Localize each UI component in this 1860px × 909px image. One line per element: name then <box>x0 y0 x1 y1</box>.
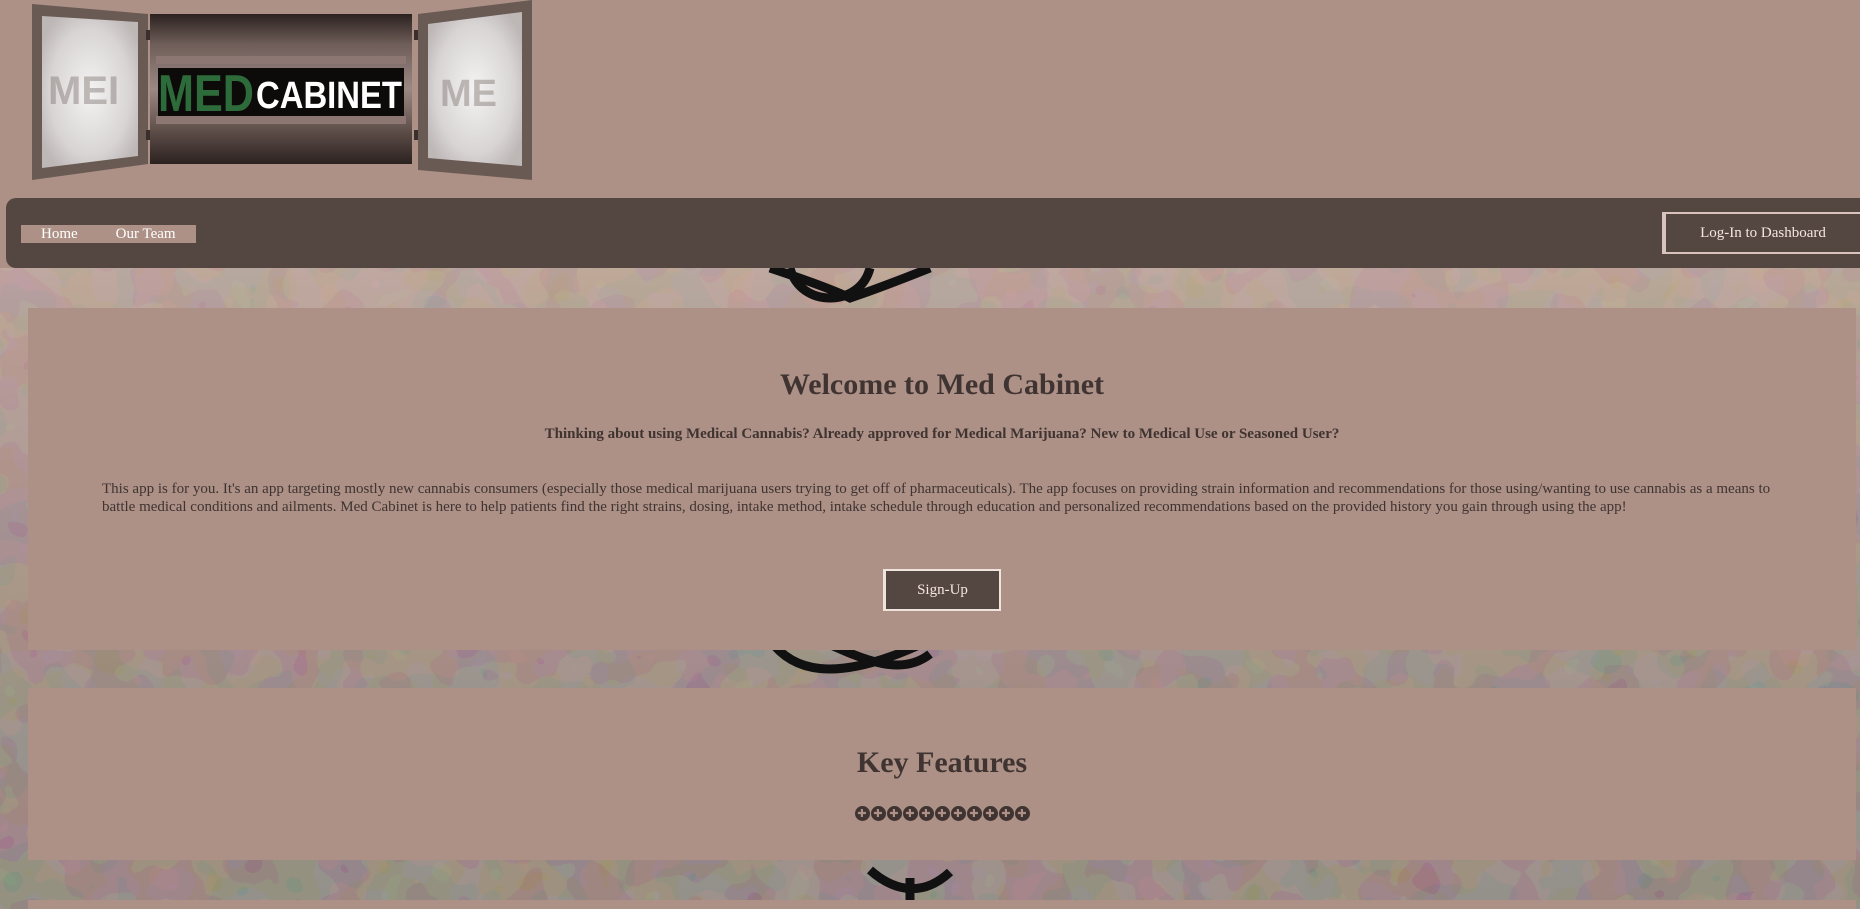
welcome-section: Welcome to Med Cabinet Thinking about us… <box>28 308 1856 650</box>
feature-dot-icon[interactable]: ✚ <box>870 806 886 821</box>
header: MEI MED CABINET ME <box>0 0 1860 198</box>
features-carousel-dots: ✚ ✚ ✚ ✚ ✚ ✚ ✚ ✚ ✚ ✚ ✚ <box>28 806 1856 821</box>
next-section <box>28 900 1856 909</box>
med-cabinet-logo[interactable]: MEI MED CABINET ME <box>30 0 540 182</box>
features-title: Key Features <box>856 746 1028 779</box>
feature-dot-icon[interactable]: ✚ <box>998 806 1014 821</box>
feature-dot-icon[interactable]: ✚ <box>950 806 966 821</box>
welcome-description: This app is for you. It's an app targeti… <box>102 481 1771 515</box>
nav-links: Home Our Team <box>21 225 196 243</box>
logo-ghost-right: ME <box>440 73 497 115</box>
feature-dot-icon[interactable]: ✚ <box>1014 806 1030 821</box>
feature-dot-icon[interactable]: ✚ <box>886 806 902 821</box>
login-dashboard-button[interactable]: Log-In to Dashboard <box>1662 212 1860 254</box>
feature-dot-icon[interactable]: ✚ <box>982 806 998 821</box>
nav-link-our-team[interactable]: Our Team <box>116 225 176 243</box>
feature-dot-icon[interactable]: ✚ <box>934 806 950 821</box>
logo-med-text: MED <box>158 65 254 123</box>
feature-dot-icon[interactable]: ✚ <box>966 806 982 821</box>
signup-button[interactable]: Sign-Up <box>883 569 1001 611</box>
nav-link-home[interactable]: Home <box>41 225 78 243</box>
feature-dot-icon[interactable]: ✚ <box>854 806 870 821</box>
logo-cabinet-text: CABINET <box>256 75 402 117</box>
logo-ghost-left: MEI <box>48 69 119 113</box>
welcome-subtitle: Thinking about using Medical Cannabis? A… <box>544 426 1340 442</box>
feature-dot-icon[interactable]: ✚ <box>918 806 934 821</box>
page: MEI MED CABINET ME Home Our Team Log-In … <box>0 0 1860 909</box>
welcome-title: Welcome to Med Cabinet <box>779 368 1105 401</box>
nav-bar: Home Our Team Log-In to Dashboard <box>6 198 1860 268</box>
feature-dot-icon[interactable]: ✚ <box>902 806 918 821</box>
key-features-section: Key Features ✚ ✚ ✚ ✚ ✚ ✚ ✚ ✚ ✚ ✚ ✚ <box>28 688 1856 860</box>
